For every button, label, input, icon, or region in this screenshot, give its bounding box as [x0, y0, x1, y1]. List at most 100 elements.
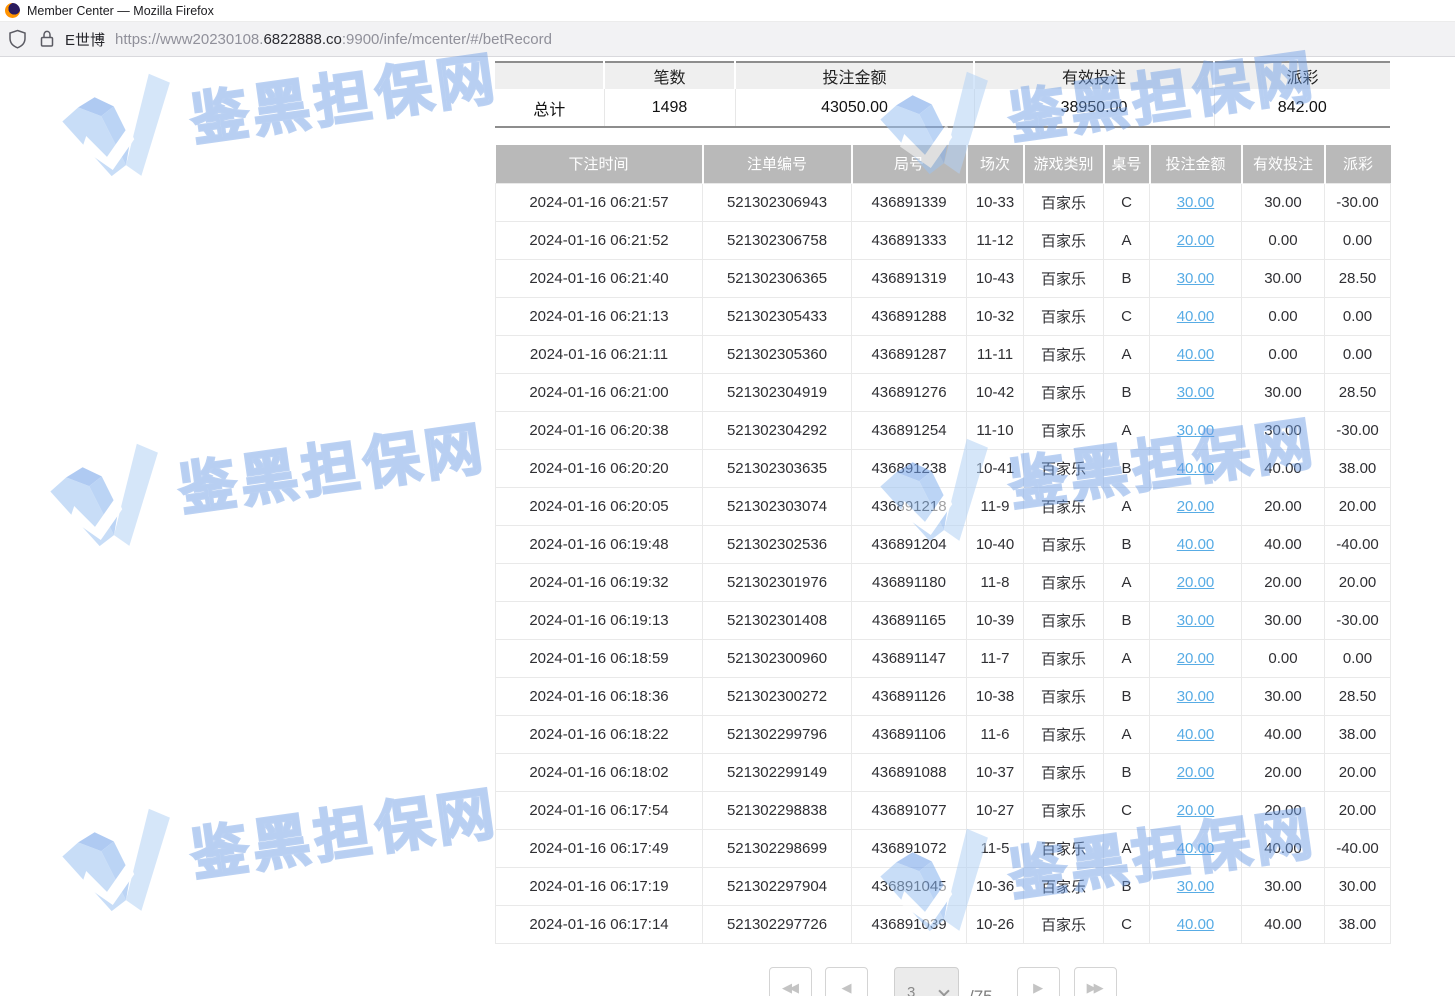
- cell-bet-time: 2024-01-16 06:18:36: [496, 677, 703, 715]
- cell-bet-number: 521302299796: [703, 715, 852, 753]
- cell-payout: 0.00: [1325, 221, 1391, 259]
- bet-amount-link[interactable]: 20.00: [1177, 232, 1215, 249]
- cell-valid-bet: 30.00: [1242, 183, 1325, 221]
- cell-valid-bet: 40.00: [1242, 829, 1325, 867]
- bet-record-row: 2024-01-16 06:21:13 521302305433 4368912…: [496, 297, 1391, 335]
- bet-amount-link[interactable]: 30.00: [1177, 194, 1215, 211]
- cell-bet-number: 521302297726: [703, 905, 852, 943]
- bet-amount-link[interactable]: 20.00: [1177, 498, 1215, 515]
- first-page-button[interactable]: ◀◀: [769, 967, 812, 996]
- bet-amount-link[interactable]: 40.00: [1177, 840, 1215, 857]
- cell-round-number: 436891333: [852, 221, 967, 259]
- bet-record-table: 下注时间 注单编号 局号 场次 游戏类别 桌号 投注金额 有效投注 派彩 202…: [495, 145, 1391, 944]
- cell-game-category: 百家乐: [1024, 601, 1104, 639]
- url-text[interactable]: https://www20230108.6822888.co:9900/infe…: [115, 31, 552, 48]
- cell-session: 10-41: [967, 449, 1024, 487]
- pagination: ◀◀ ◀ 3 /75 ▶ ▶▶: [769, 967, 1117, 996]
- cell-game-category: 百家乐: [1024, 297, 1104, 335]
- cell-session: 10-36: [967, 867, 1024, 905]
- bet-amount-link[interactable]: 20.00: [1177, 764, 1215, 781]
- bet-amount-link[interactable]: 20.00: [1177, 650, 1215, 667]
- next-page-button[interactable]: ▶: [1017, 967, 1060, 996]
- page-select[interactable]: 3: [894, 967, 959, 996]
- watermark-logo-icon: [41, 435, 173, 558]
- window-titlebar: Member Center — Mozilla Firefox: [0, 0, 1455, 22]
- bet-amount-link[interactable]: 30.00: [1177, 878, 1215, 895]
- bet-amount-link[interactable]: 20.00: [1177, 802, 1215, 819]
- cell-bet-number: 521302304292: [703, 411, 852, 449]
- bet-amount-link[interactable]: 40.00: [1177, 460, 1215, 477]
- cell-table-number: B: [1104, 259, 1150, 297]
- cell-round-number: 436891218: [852, 487, 967, 525]
- cell-table-number: B: [1104, 753, 1150, 791]
- cell-session: 10-33: [967, 183, 1024, 221]
- bet-amount-link[interactable]: 30.00: [1177, 422, 1215, 439]
- cell-session: 11-11: [967, 335, 1024, 373]
- cell-session: 11-8: [967, 563, 1024, 601]
- prev-page-button[interactable]: ◀: [825, 967, 868, 996]
- bet-amount-link[interactable]: 20.00: [1177, 574, 1215, 591]
- cell-round-number: 436891106: [852, 715, 967, 753]
- cell-bet-number: 521302297904: [703, 867, 852, 905]
- bet-record-row: 2024-01-16 06:20:20 521302303635 4368912…: [496, 449, 1391, 487]
- cell-game-category: 百家乐: [1024, 183, 1104, 221]
- header-table-number: 桌号: [1104, 145, 1150, 183]
- cell-bet-amount: 40.00: [1150, 335, 1242, 373]
- cell-payout: 20.00: [1325, 791, 1391, 829]
- summary-total-bet-amount: 43050.00: [735, 89, 974, 127]
- watermark-text: 鉴黑担保网: [185, 768, 503, 892]
- cell-bet-number: 521302298699: [703, 829, 852, 867]
- bet-amount-link[interactable]: 30.00: [1177, 384, 1215, 401]
- cell-bet-number: 521302306943: [703, 183, 852, 221]
- cell-bet-time: 2024-01-16 06:17:19: [496, 867, 703, 905]
- header-game-category: 游戏类别: [1024, 145, 1104, 183]
- cell-bet-amount: 40.00: [1150, 905, 1242, 943]
- bet-amount-link[interactable]: 30.00: [1177, 612, 1215, 629]
- cell-valid-bet: 40.00: [1242, 715, 1325, 753]
- cell-game-category: 百家乐: [1024, 259, 1104, 297]
- cell-bet-amount: 40.00: [1150, 525, 1242, 563]
- bet-amount-link[interactable]: 30.00: [1177, 688, 1215, 705]
- bet-amount-link[interactable]: 30.00: [1177, 270, 1215, 287]
- cell-round-number: 436891180: [852, 563, 967, 601]
- shield-icon[interactable]: [8, 29, 27, 49]
- cell-payout: -30.00: [1325, 601, 1391, 639]
- cell-session: 10-43: [967, 259, 1024, 297]
- cell-round-number: 436891204: [852, 525, 967, 563]
- cell-bet-time: 2024-01-16 06:18:22: [496, 715, 703, 753]
- cell-round-number: 436891147: [852, 639, 967, 677]
- bet-amount-link[interactable]: 40.00: [1177, 346, 1215, 363]
- cell-table-number: B: [1104, 867, 1150, 905]
- prev-page-icon: ◀: [842, 980, 852, 996]
- cell-game-category: 百家乐: [1024, 487, 1104, 525]
- cell-bet-time: 2024-01-16 06:21:52: [496, 221, 703, 259]
- cell-game-category: 百家乐: [1024, 335, 1104, 373]
- lock-icon[interactable]: [38, 29, 56, 49]
- cell-table-number: C: [1104, 297, 1150, 335]
- bet-table-body: 2024-01-16 06:21:57 521302306943 4368913…: [496, 183, 1391, 943]
- bet-amount-link[interactable]: 40.00: [1177, 916, 1215, 933]
- cell-table-number: A: [1104, 715, 1150, 753]
- cell-valid-bet: 20.00: [1242, 753, 1325, 791]
- cell-session: 11-10: [967, 411, 1024, 449]
- cell-valid-bet: 0.00: [1242, 639, 1325, 677]
- cell-game-category: 百家乐: [1024, 563, 1104, 601]
- bet-record-row: 2024-01-16 06:21:57 521302306943 4368913…: [496, 183, 1391, 221]
- last-page-button[interactable]: ▶▶: [1074, 967, 1117, 996]
- bet-amount-link[interactable]: 40.00: [1177, 536, 1215, 553]
- cell-bet-amount: 30.00: [1150, 411, 1242, 449]
- bet-record-row: 2024-01-16 06:19:48 521302302536 4368912…: [496, 525, 1391, 563]
- bet-amount-link[interactable]: 40.00: [1177, 308, 1215, 325]
- cell-payout: -40.00: [1325, 525, 1391, 563]
- cell-bet-amount: 30.00: [1150, 373, 1242, 411]
- url-bar[interactable]: E世博 https://www20230108.6822888.co:9900/…: [0, 22, 1455, 57]
- bet-table-header-row: 下注时间 注单编号 局号 场次 游戏类别 桌号 投注金额 有效投注 派彩: [496, 145, 1391, 183]
- cell-bet-amount: 40.00: [1150, 449, 1242, 487]
- cell-session: 11-6: [967, 715, 1024, 753]
- cell-bet-amount: 20.00: [1150, 753, 1242, 791]
- cell-session: 11-9: [967, 487, 1024, 525]
- cell-bet-time: 2024-01-16 06:20:05: [496, 487, 703, 525]
- bet-record-row: 2024-01-16 06:20:38 521302304292 4368912…: [496, 411, 1391, 449]
- bet-amount-link[interactable]: 40.00: [1177, 726, 1215, 743]
- cell-bet-time: 2024-01-16 06:17:54: [496, 791, 703, 829]
